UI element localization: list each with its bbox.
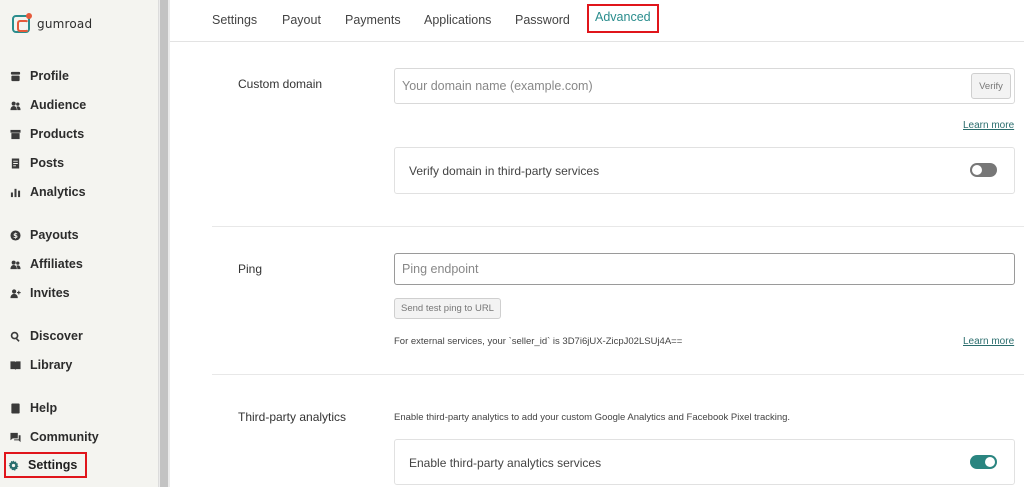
logo-text: gumroad (37, 17, 93, 31)
gumroad-logo-icon (12, 13, 32, 33)
ping-label: Ping (238, 262, 263, 276)
ping-learn-more-link[interactable]: Learn more (963, 336, 1014, 347)
verify-third-party-toggle[interactable] (970, 163, 997, 177)
document-icon (9, 157, 21, 169)
sidebar-item-label: Affiliates (30, 257, 83, 271)
people-icon (9, 258, 21, 270)
sidebar-item-label: Payouts (30, 228, 79, 242)
section-divider (212, 374, 1024, 375)
verify-button[interactable]: Verify (971, 73, 1011, 99)
sidebar-item-label: Discover (30, 329, 83, 343)
tab-payout[interactable]: Payout (282, 10, 321, 30)
analytics-label: Third-party analytics (238, 410, 347, 424)
sidebar-item-analytics[interactable]: Analytics (9, 181, 86, 203)
sidebar-item-profile[interactable]: Profile (9, 65, 69, 87)
sidebar-item-products[interactable]: Products (9, 123, 84, 145)
sidebar-item-label: Products (30, 127, 85, 141)
sidebar-item-settings[interactable]: Settings (3, 452, 88, 478)
sidebar-item-label: Library (30, 358, 73, 372)
toggle-knob (985, 457, 995, 467)
sidebar-scrollbar-thumb[interactable] (160, 0, 168, 487)
sidebar-item-payouts[interactable]: $ Payouts (9, 224, 79, 246)
seller-id-text: For external services, your `seller_id` … (394, 336, 683, 347)
sidebar-item-discover[interactable]: Discover (9, 325, 83, 347)
sidebar-item-posts[interactable]: Posts (9, 152, 64, 174)
custom-domain-input[interactable]: Your domain name (example.com) Verify (394, 68, 1015, 104)
analytics-toggle[interactable] (970, 455, 997, 469)
settings-tabs: Settings Payout Payments Applications Pa… (170, 0, 1024, 42)
sidebar-item-label: Help (30, 401, 58, 415)
sidebar-item-affiliates[interactable]: Affiliates (9, 253, 83, 275)
sidebar-item-community[interactable]: Community (9, 426, 99, 448)
chat-icon (9, 431, 21, 443)
sidebar-item-audience[interactable]: Audience (9, 94, 86, 116)
custom-domain-placeholder: Your domain name (example.com) (402, 79, 593, 93)
section-divider (212, 226, 1024, 227)
book-icon (9, 359, 21, 371)
analytics-card: Enable third-party analytics services (394, 439, 1015, 485)
tab-applications[interactable]: Applications (424, 10, 491, 30)
sidebar: gumroad Profile Audience Products Posts … (0, 0, 158, 487)
sidebar-item-label: Analytics (30, 185, 86, 199)
sidebar-item-label: Posts (30, 156, 65, 170)
sidebar-item-label: Invites (30, 286, 70, 300)
analytics-description: Enable third-party analytics to add your… (394, 412, 791, 423)
toggle-knob (972, 165, 982, 175)
sidebar-item-help[interactable]: Help (9, 397, 57, 419)
bar-chart-icon (9, 186, 21, 198)
tab-password[interactable]: Password (515, 10, 570, 30)
sidebar-item-label: Community (30, 430, 99, 444)
verify-third-party-card: Verify domain in third-party services (394, 147, 1015, 194)
person-plus-icon (9, 287, 21, 299)
sidebar-item-invites[interactable]: Invites (9, 282, 70, 304)
sidebar-item-label: Audience (30, 98, 87, 112)
store-icon (9, 70, 21, 82)
sidebar-item-label: Settings (28, 458, 78, 472)
custom-domain-learn-more-link[interactable]: Learn more (963, 120, 1014, 131)
gumroad-logo[interactable]: gumroad (12, 13, 93, 33)
gear-icon (7, 459, 19, 471)
sidebar-item-label: Profile (30, 69, 69, 83)
archive-icon (9, 128, 21, 140)
search-icon (9, 330, 21, 342)
people-icon (9, 99, 21, 111)
sidebar-item-library[interactable]: Library (9, 354, 72, 376)
ping-endpoint-placeholder: Ping endpoint (402, 262, 479, 276)
tab-settings[interactable]: Settings (212, 10, 257, 30)
tab-advanced[interactable]: Advanced (587, 4, 659, 33)
book-icon (9, 402, 21, 414)
svg-text:$: $ (13, 231, 18, 239)
verify-third-party-label: Verify domain in third-party services (409, 164, 600, 178)
analytics-toggle-label: Enable third-party analytics services (409, 456, 602, 470)
send-test-ping-button[interactable]: Send test ping to URL (394, 298, 501, 319)
tab-payments[interactable]: Payments (345, 10, 401, 30)
dollar-circle-icon: $ (9, 229, 21, 241)
custom-domain-label: Custom domain (238, 77, 323, 91)
ping-endpoint-input[interactable]: Ping endpoint (394, 253, 1015, 285)
